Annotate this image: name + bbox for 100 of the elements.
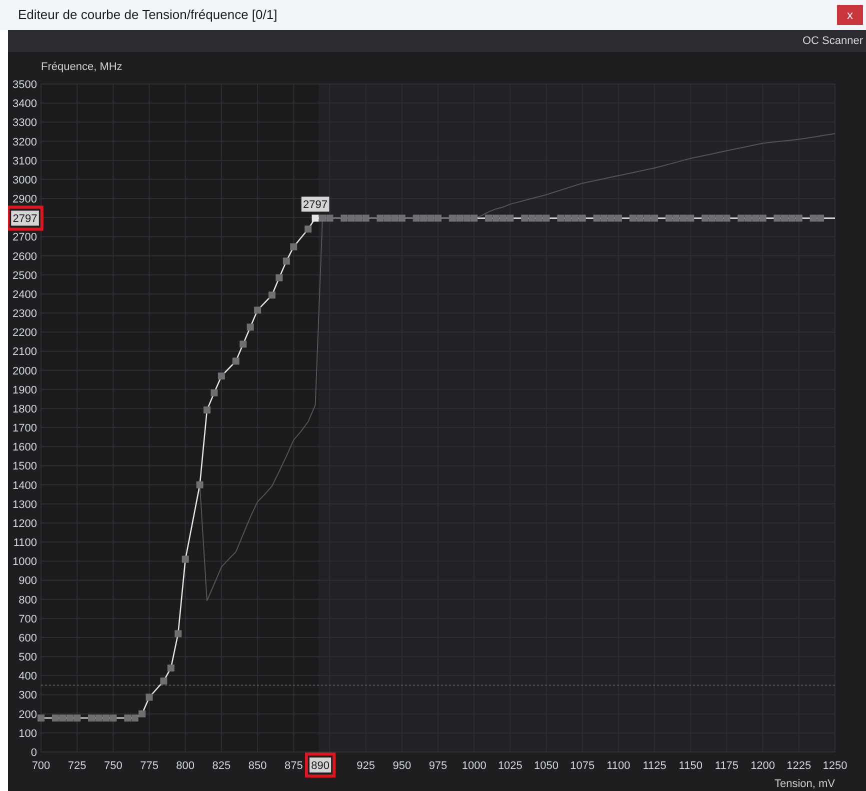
curve-point[interactable] xyxy=(340,214,348,222)
x-tick-label: 1050 xyxy=(534,760,559,772)
y-tick-label: 2400 xyxy=(12,288,37,301)
y-tick-label: 1300 xyxy=(12,498,37,511)
curve-point[interactable] xyxy=(326,214,334,222)
curve-point[interactable] xyxy=(521,214,528,222)
y-tick-label: 1700 xyxy=(12,422,37,435)
y-tick-label: 2900 xyxy=(12,194,37,206)
x-tick-label: 1200 xyxy=(750,760,776,772)
curve-point[interactable] xyxy=(817,214,824,222)
y-tick-label: 2700 xyxy=(12,232,37,244)
curve-point[interactable] xyxy=(788,214,796,222)
curve-point[interactable] xyxy=(174,630,182,638)
y-tick-label: 1000 xyxy=(12,556,37,568)
curve-point[interactable] xyxy=(723,214,730,222)
window-title: Editeur de courbe de Tension/fréquence [0/1] xyxy=(18,6,278,24)
y-tick-label: 500 xyxy=(18,652,37,664)
curve-point[interactable] xyxy=(391,214,398,222)
y-tick-label: 3200 xyxy=(12,136,37,148)
x-tick-label: 725 xyxy=(68,760,86,772)
y-tick-label: 2600 xyxy=(12,250,37,263)
x-tick-label: 1025 xyxy=(498,760,522,772)
y-tick-label: 3000 xyxy=(12,174,37,186)
x-tick-label: 1075 xyxy=(570,760,595,772)
curve-point[interactable] xyxy=(470,214,478,222)
curve-point[interactable] xyxy=(485,214,492,222)
y-tick-label: 2000 xyxy=(12,365,37,378)
y-tick-label: 0 xyxy=(30,747,37,759)
curve-point[interactable] xyxy=(738,214,745,222)
curve-point[interactable] xyxy=(572,214,579,222)
x-tick-label: 1225 xyxy=(786,760,812,772)
x-tick-label: 875 xyxy=(284,760,303,772)
x-tick-label: 850 xyxy=(248,760,267,772)
y-tick-label: 1200 xyxy=(12,518,37,530)
curve-point[interactable] xyxy=(636,214,644,222)
curve-point[interactable] xyxy=(434,214,442,222)
x-tick-label: 1100 xyxy=(606,760,630,772)
curve-point[interactable] xyxy=(59,714,66,722)
curve-point[interactable] xyxy=(276,274,283,282)
x-tick-label: 775 xyxy=(140,760,158,772)
y-axis-title: Fréquence, MHz xyxy=(41,61,122,73)
y-tick-label: 700 xyxy=(18,613,37,626)
y-tick-label: 300 xyxy=(18,690,37,702)
curve-point[interactable] xyxy=(95,714,102,722)
y-tick-label: 200 xyxy=(18,708,37,721)
y-tick-label: 2200 xyxy=(12,327,37,340)
curve-point[interactable] xyxy=(492,214,500,222)
curve-point[interactable] xyxy=(536,214,543,222)
curve-point[interactable] xyxy=(687,214,694,222)
x-tick-label: 975 xyxy=(428,760,448,772)
curve-point[interactable] xyxy=(88,714,96,722)
y-tick-label: 1800 xyxy=(12,403,37,416)
y-cursor-tag: 2797 xyxy=(11,210,39,226)
curve-point[interactable] xyxy=(304,226,312,233)
y-tick-label: 1900 xyxy=(12,384,37,396)
curve-point[interactable] xyxy=(752,214,760,222)
curve-point[interactable] xyxy=(557,214,564,222)
y-tick-label: 100 xyxy=(18,728,37,740)
curve-point[interactable] xyxy=(651,214,658,222)
curve-point[interactable] xyxy=(716,214,723,222)
curve-point[interactable] xyxy=(355,214,362,222)
curve-point[interactable] xyxy=(702,214,709,222)
curve-point[interactable] xyxy=(319,214,326,222)
x-tick-label: 825 xyxy=(212,760,231,772)
x-tick-label: 950 xyxy=(392,760,412,772)
curve-point[interactable] xyxy=(160,678,168,684)
y-tick-label: 3300 xyxy=(12,117,37,130)
curve-point[interactable] xyxy=(254,306,262,314)
y-tick-label: 600 xyxy=(18,632,37,644)
y-tick-label: 1100 xyxy=(13,537,37,550)
y-tick-label: 400 xyxy=(18,670,37,683)
y-tick-label: 2300 xyxy=(12,308,37,320)
curve-point[interactable] xyxy=(38,714,44,722)
close-button[interactable]: x xyxy=(837,5,863,25)
y-tick-label: 3400 xyxy=(12,98,37,110)
curve-point[interactable] xyxy=(672,214,680,222)
oc-scanner-button[interactable]: OC Scanner xyxy=(802,32,866,50)
curve-point[interactable] xyxy=(74,714,81,722)
x-tick-label: 925 xyxy=(356,760,375,772)
curve-point[interactable] xyxy=(124,714,132,722)
x-tick-label: 1175 xyxy=(714,760,739,772)
curve-point[interactable] xyxy=(456,214,464,222)
curve-point[interactable] xyxy=(506,214,514,222)
curve-point[interactable] xyxy=(608,214,615,222)
x-axis-title: Tension, mV xyxy=(774,778,835,790)
x-tick-label: 800 xyxy=(176,760,195,772)
y-tick-label: 1400 xyxy=(12,480,37,492)
curve-point[interactable] xyxy=(600,214,608,222)
x-tick-label: 750 xyxy=(104,760,122,772)
point-value-tag: 2797 xyxy=(301,196,330,212)
y-tick-label: 900 xyxy=(18,575,37,588)
x-tick-label: 1250 xyxy=(822,760,848,772)
y-tick-label: 3100 xyxy=(12,155,37,168)
curve-point[interactable] xyxy=(240,340,247,348)
curve-point[interactable] xyxy=(420,214,428,222)
curve-point[interactable] xyxy=(110,714,117,722)
x-cursor-tag: 890 xyxy=(310,758,332,772)
x-tick-label: 1000 xyxy=(462,760,486,772)
x-tick-label: 1125 xyxy=(642,760,666,772)
x-tick-label: 1150 xyxy=(678,760,702,772)
